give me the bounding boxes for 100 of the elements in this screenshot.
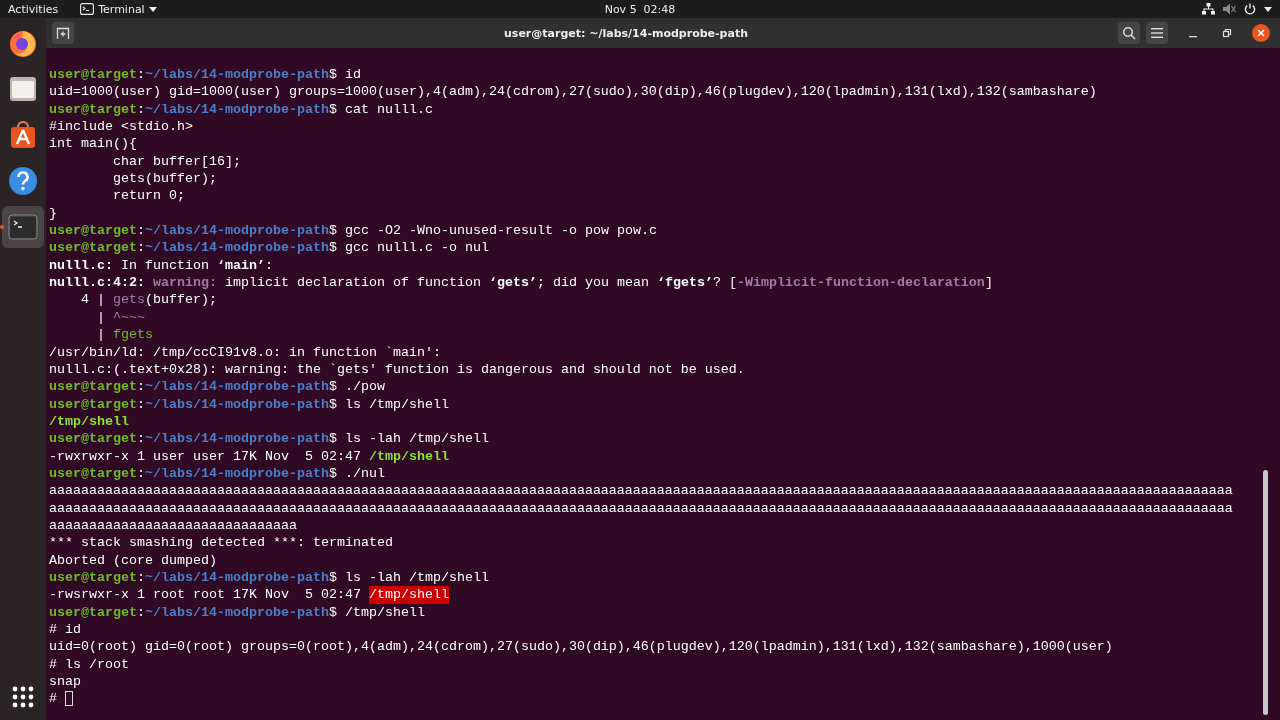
terminal-text: : <box>137 100 145 119</box>
prompt-path: ~/labs/14-modprobe-path <box>145 239 329 257</box>
terminal-text: : <box>137 395 145 413</box>
prompt-user: user@target <box>49 222 137 240</box>
prompt-user: user@target <box>49 395 137 413</box>
terminal-text: nulll.c: <box>49 256 113 275</box>
terminal-text: $ ls -lah /tmp/shell <box>328 430 489 448</box>
clock[interactable]: Nov 5 02:48 <box>604 2 676 16</box>
menu-icon[interactable] <box>1151 28 1163 38</box>
terminal-text: ‘gets’ <box>488 274 537 292</box>
terminal-text: gets(buffer); <box>112 170 217 188</box>
muted-speaker-icon[interactable] <box>1223 3 1236 15</box>
warning-text: warning: <box>153 274 217 292</box>
terminal-text: $ gcc -O2 -Wno-unused-result -o pow pow.c <box>328 222 657 240</box>
prompt-user: user@target <box>49 66 137 84</box>
terminal-text: implicit declaration of function <box>223 274 482 292</box>
prompt-user: user@target <box>49 464 137 483</box>
prompt-user: user@target <box>49 603 137 621</box>
prompt-path: ~/labs/14-modprobe-path <box>145 222 329 240</box>
file-name: /tmp/shell <box>49 412 129 431</box>
terminal-text: In function <box>120 256 210 275</box>
terminal-text: 4 | <box>80 291 106 309</box>
prompt-path: ~/labs/14-modprobe-path <box>145 568 329 587</box>
terminal-text: aaaaaaaaaaaaaaaaaaaaaaaaaaaaaaa <box>49 516 297 535</box>
caret-icon[interactable] <box>1264 6 1272 12</box>
terminal-text: *** stack smashing detected ***: terminated <box>49 534 393 552</box>
terminal-text: /usr/bin/ld: /tmp/ccCI91v8.o: in function `main': <box>49 343 441 361</box>
prompt-path: ~/labs/14-modprobe-path <box>145 430 329 448</box>
close-icon[interactable] <box>1256 28 1266 38</box>
terminal-text: ‘fgets’ <box>656 274 713 292</box>
terminal-text: uid=0(root) gid=0(root) groups=0(root),4(adm),24(cdrom),27(sudo),30(dip),46(plugdev),120(lpadmin),131(lxd),132(sambashare),1000(user) <box>49 638 1113 656</box>
app-grid-icon[interactable] <box>12 686 34 708</box>
terminal-text: $ ls /tmp/shell <box>328 395 449 413</box>
terminal-text: uid=1000(user) gid=1000(user) groups=1000(user),4(adm),24(cdrom),27(sudo),30(dip),46(plugdev),120(lpadmin),131(lxd),132(sambashare) <box>49 83 1097 101</box>
terminal-text: : <box>137 568 145 587</box>
terminal-text: $ ls -lah /tmp/shell <box>328 568 489 587</box>
warning-text: -Wimplicit-function-declaration <box>736 274 985 292</box>
hint-text: fgets <box>113 326 153 344</box>
terminal-text: : <box>137 464 145 483</box>
terminal-text: ; did you mean <box>536 274 650 292</box>
prompt-path: ~/labs/14-modprobe-path <box>145 395 329 413</box>
terminal-text: ‘main’ <box>217 256 265 275</box>
window-title: user@target: ~/labs/14-modprobe-path <box>503 26 749 40</box>
terminal-text: return 0; <box>112 187 185 205</box>
terminal-text: ] <box>984 274 993 292</box>
menu-button[interactable] <box>1146 22 1168 44</box>
terminal-text: : <box>137 603 145 621</box>
activities-button[interactable]: Activities <box>8 2 59 16</box>
terminal-text: $ ./nul <box>328 464 385 483</box>
terminal-text: $ ./pow <box>328 378 385 396</box>
app-menu[interactable]: Terminal <box>80 2 157 16</box>
terminal-text: # <box>49 690 58 708</box>
terminal-text: : <box>137 378 145 396</box>
terminal-text: $ /tmp/shell <box>328 603 425 621</box>
network-icon[interactable] <box>1202 3 1215 15</box>
terminal-text: $ id <box>328 66 361 84</box>
terminal-text: : <box>137 222 145 240</box>
file-name: /tmp/shell <box>368 447 449 465</box>
prompt-path: ~/labs/14-modprobe-path <box>145 464 329 483</box>
highlighted-file-name: /tmp/shell <box>368 586 449 604</box>
terminal-text: } <box>49 204 57 223</box>
terminal-text: ? [ <box>712 274 737 292</box>
terminal-text: Aborted (core dumped) <box>49 551 217 569</box>
terminal-text: nulll.c:(.text+0x28): warning: the `gets' function is dangerous and should not be used. <box>49 360 745 379</box>
prompt-path: ~/labs/14-modprobe-path <box>145 100 329 119</box>
terminal-text: $ cat nulll.c <box>328 100 433 119</box>
close-button[interactable] <box>1252 24 1270 42</box>
prompt-path: ~/labs/14-modprobe-path <box>145 378 329 396</box>
caret-icon[interactable] <box>148 6 157 12</box>
terminal-text: | <box>96 326 106 344</box>
terminal-text: aaaaaaaaaaaaaaaaaaaaaaaaaaaaaaaaaaaaaaaaaaaaaaaaaaaaaaaaaaaaaaaaaaaaaaaaaaaaaaaaaaaaaaaaaaaaaaaaaaaaaaaaaaaaaaaaaaaaaaaaaaaaaaaaaaaaaaaaaaaaaaaaaaaa <box>49 499 1233 517</box>
prompt-user: user@target <box>49 100 137 119</box>
help-icon[interactable] <box>7 165 39 197</box>
terminal-text: # ls /root <box>49 655 129 674</box>
terminal-text: : <box>137 430 145 448</box>
power-icon[interactable] <box>1244 3 1256 15</box>
terminal-text: # id <box>49 621 81 639</box>
terminal-text: | <box>96 308 106 327</box>
warning-text: gets <box>113 291 145 309</box>
terminal-text: aaaaaaaaaaaaaaaaaaaaaaaaaaaaaaaaaaaaaaaaaaaaaaaaaaaaaaaaaaaaaaaaaaaaaaaaaaaaaaaaaaaaaaaaaaaaaaaaaaaaaaaaaaaaaaaaaaaaaaaaaaaaaaaaaaaaaaaaaaaaaaaaaaaa <box>49 482 1233 500</box>
terminal-text: : <box>137 66 145 84</box>
prompt-user: user@target <box>49 568 137 587</box>
prompt-path: ~/labs/14-modprobe-path <box>145 603 329 621</box>
prompt-path: ~/labs/14-modprobe-path <box>145 66 329 84</box>
terminal-text: char buffer[16]; <box>112 152 241 171</box>
terminal-text: snap <box>49 673 81 691</box>
prompt-user: user@target <box>49 378 137 396</box>
terminal-text: -rwxrwxr-x 1 user user 17K Nov 5 02:47 <box>49 447 362 465</box>
prompt-user: user@target <box>49 430 137 448</box>
terminal-text: : <box>265 256 273 275</box>
terminal-text: int main(){ <box>49 135 137 153</box>
terminal-icon[interactable] <box>80 3 95 15</box>
terminal-text: -rwsrwxr-x 1 root root 17K Nov 5 02:47 <box>49 586 362 604</box>
scrollbar[interactable] <box>1263 470 1268 715</box>
terminal-text: $ gcc nulll.c -o nul <box>328 239 489 257</box>
restore-icon[interactable] <box>1222 28 1232 38</box>
terminal-text: nulll.c:4:2: <box>49 274 146 292</box>
terminal-text: #include <stdio.h> <box>49 118 193 136</box>
terminal-text: (buffer); <box>145 291 217 309</box>
terminal-text: : <box>137 239 145 257</box>
